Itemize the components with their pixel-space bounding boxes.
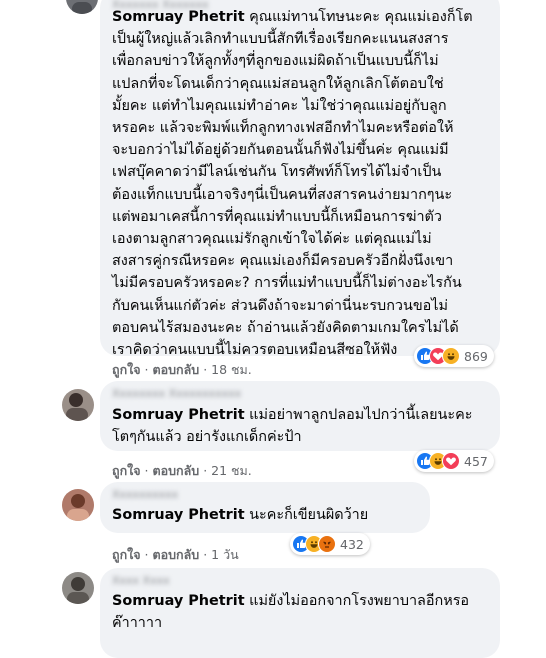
mention-link[interactable]: Somruay Phetrit bbox=[112, 507, 245, 523]
mention-link[interactable]: Somruay Phetrit bbox=[112, 9, 245, 25]
like-link[interactable]: ถูกใจ bbox=[112, 362, 141, 377]
comment-text: Somruay Phetrit แม่อย่าพาลูกปลอมไปกว่านี… bbox=[112, 404, 496, 448]
comment-text: Somruay Phetrit แม่ยังไม่ออกจากโรงพยาบาล… bbox=[112, 590, 496, 634]
comment-text: Somruay Phetrit คุณแม่ทานโทษนะคะ คุณแม่เ… bbox=[112, 6, 496, 361]
avatar[interactable] bbox=[62, 572, 94, 604]
comment-time[interactable]: 1 วัน bbox=[211, 547, 239, 562]
comment-author[interactable]: Xxxx Xxxx bbox=[112, 574, 170, 587]
comment-bubble: Xxxxxxxx Xxxxxxxxxxx Somruay Phetrit แม่… bbox=[100, 381, 500, 451]
comment-body: คุณแม่ทานโทษนะคะ คุณแม่เองก็โต เป็นผู้ให… bbox=[112, 9, 473, 359]
comment-actions: ถูกใจ · ตอบกลับ · 1 วัน bbox=[112, 547, 239, 562]
mention-link[interactable]: Somruay Phetrit bbox=[112, 407, 245, 423]
angry-reaction-icon bbox=[318, 535, 336, 553]
comment-actions: ถูกใจ · ตอบกลับ · 18 ชม. bbox=[112, 362, 252, 377]
comment-time[interactable]: 21 ชม. bbox=[211, 463, 252, 478]
reaction-count: 432 bbox=[340, 536, 364, 552]
comment-bubble: Xxxxxxx Xxxxxxx Somruay Phetrit คุณแม่ทา… bbox=[100, 0, 500, 358]
comment-body: นะคะก็เขียนผิดว้าย bbox=[244, 507, 369, 523]
love-reaction-icon bbox=[442, 452, 460, 470]
reaction-summary[interactable]: 432 bbox=[290, 533, 370, 555]
like-link[interactable]: ถูกใจ bbox=[112, 547, 141, 562]
comment-author[interactable]: Xxxxxxxxxx bbox=[112, 488, 178, 501]
comment-text: Somruay Phetrit นะคะก็เขียนผิดว้าย bbox=[112, 504, 427, 526]
mention-link[interactable]: Somruay Phetrit bbox=[112, 593, 245, 609]
comment-time[interactable]: 18 ชม. bbox=[211, 362, 252, 377]
avatar[interactable] bbox=[62, 389, 94, 421]
comment-bubble: Xxxx Xxxx Somruay Phetrit แม่ยังไม่ออกจา… bbox=[100, 568, 500, 658]
reaction-count: 457 bbox=[464, 453, 488, 469]
reaction-summary[interactable]: 457 bbox=[414, 450, 494, 472]
reaction-summary[interactable]: 869 bbox=[414, 345, 494, 367]
like-link[interactable]: ถูกใจ bbox=[112, 463, 141, 478]
reaction-count: 869 bbox=[464, 348, 488, 364]
comment-actions: ถูกใจ · ตอบกลับ · 21 ชม. bbox=[112, 463, 252, 478]
haha-reaction-icon bbox=[442, 347, 460, 365]
comment-author[interactable]: Xxxxxxxx Xxxxxxxxxxx bbox=[112, 387, 241, 400]
avatar[interactable] bbox=[66, 0, 98, 14]
avatar[interactable] bbox=[62, 489, 94, 521]
reply-link[interactable]: ตอบกลับ bbox=[153, 362, 200, 377]
reply-link[interactable]: ตอบกลับ bbox=[153, 547, 200, 562]
comment-bubble: Xxxxxxxxxx Somruay Phetrit นะคะก็เขียนผิ… bbox=[100, 482, 430, 533]
reply-link[interactable]: ตอบกลับ bbox=[153, 463, 200, 478]
